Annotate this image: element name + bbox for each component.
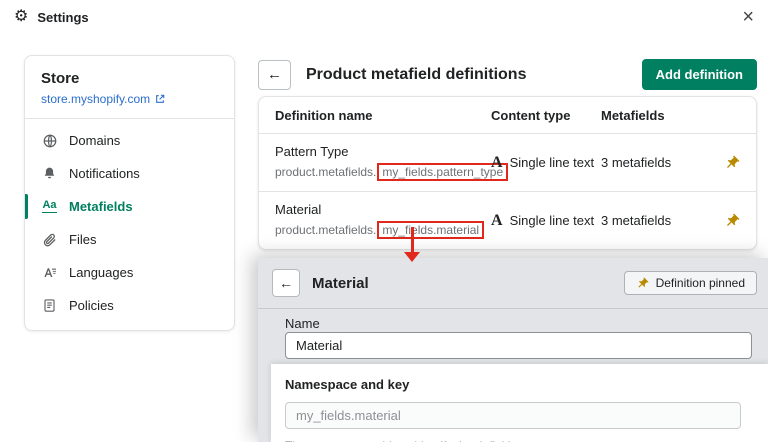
pin-icon [636, 277, 649, 290]
key-prefix: product.metafields. [275, 165, 377, 179]
metafields-icon: Aa [42, 199, 57, 213]
sidebar-item-label: Languages [69, 265, 134, 280]
sidebar-item-metafields[interactable]: Aa Metafields [25, 190, 234, 223]
settings-sidebar: Store store.myshopify.com Domains Notifi… [24, 55, 235, 331]
sidebar-item-files[interactable]: Files [25, 223, 234, 256]
single-line-text-icon: A [491, 211, 503, 229]
detail-back-button[interactable]: ← [272, 269, 300, 297]
definition-key: product.metafields. my_fields.material [275, 221, 491, 239]
add-definition-button[interactable]: Add definition [641, 59, 757, 90]
detail-header: ← Material Definition pinned [272, 269, 757, 297]
definition-key: product.metafields. my_fields.pattern_ty… [275, 163, 509, 181]
document-icon [41, 297, 58, 314]
sidebar-nav: Domains Notifications Aa Metafields File… [25, 119, 234, 322]
column-header-definition-name: Definition name [275, 107, 373, 123]
content-type-cell: A Single line text [491, 153, 601, 171]
column-header-metafields: Metafields [601, 107, 665, 123]
definitions-table: Definition name Content type Metafields … [258, 96, 757, 250]
key-prefix: product.metafields. [275, 223, 377, 237]
sidebar-item-languages[interactable]: Languages [25, 256, 234, 289]
translate-icon [41, 264, 58, 281]
definition-pinned-label: Definition pinned [655, 276, 745, 290]
pin-icon [724, 213, 740, 229]
definition-name-cell: Pattern Type product.metafields. my_fiel… [275, 144, 509, 181]
back-arrow-icon: ← [267, 66, 282, 83]
store-heading: Store [41, 70, 80, 87]
paperclip-icon [41, 231, 58, 248]
sidebar-item-notifications[interactable]: Notifications [25, 157, 234, 190]
annotation-arrow-head [404, 252, 420, 262]
name-input[interactable] [285, 332, 752, 359]
single-line-text-icon: A [491, 153, 503, 171]
content-type-label: Single line text [509, 155, 595, 170]
page-title: Product metafield definitions [306, 65, 527, 83]
sidebar-item-label: Notifications [69, 166, 140, 181]
table-row-material[interactable]: Material product.metafields. my_fields.m… [259, 191, 756, 249]
column-header-content-type: Content type [491, 107, 571, 123]
table-header-row: Definition name Content type Metafields [259, 97, 756, 134]
sidebar-item-label: Domains [69, 133, 121, 148]
settings-window: ⚙ Settings × Store store.myshopify.com D… [0, 0, 768, 442]
detail-divider [258, 308, 768, 309]
back-arrow-icon: ← [279, 275, 293, 291]
pin-icon [724, 155, 740, 171]
sidebar-item-policies[interactable]: Policies [25, 289, 234, 322]
content-type-cell: A Single line text [491, 211, 601, 229]
annotation-arrow-line [410, 227, 414, 252]
external-link-icon [155, 94, 165, 104]
table-row-pattern-type[interactable]: Pattern Type product.metafields. my_fiel… [259, 134, 756, 191]
annotation-highlight-box: my_fields.material [377, 221, 485, 239]
gear-icon: ⚙ [14, 8, 29, 25]
bell-icon [41, 165, 58, 182]
material-detail-panel: ← Material Definition pinned Name Namesp… [258, 258, 768, 442]
content-type-label: Single line text [509, 213, 595, 228]
detail-title: Material [312, 274, 369, 292]
sidebar-item-label: Files [69, 232, 97, 247]
sidebar-item-label: Policies [69, 298, 114, 313]
sidebar-item-label: Metafields [69, 199, 133, 214]
definition-name-cell: Material product.metafields. my_fields.m… [275, 202, 491, 239]
topbar-title: Settings [37, 9, 89, 25]
namespace-section: Namespace and key The system uses this t… [271, 364, 768, 442]
metafields-count: 3 metafields [601, 213, 672, 228]
name-field-label: Name [285, 316, 320, 331]
annotation-arrow [404, 227, 420, 262]
close-icon: × [742, 6, 754, 28]
close-button[interactable]: × [742, 7, 754, 27]
back-button[interactable]: ← [258, 59, 291, 90]
definition-name: Material [275, 202, 322, 217]
globe-icon [41, 132, 58, 149]
metafields-count: 3 metafields [601, 155, 672, 170]
annotation-highlight-box: my_fields.pattern_type [377, 163, 509, 181]
namespace-input[interactable] [285, 402, 741, 429]
sidebar-item-domains[interactable]: Domains [25, 124, 234, 157]
definition-pinned-button[interactable]: Definition pinned [623, 271, 757, 295]
definition-name: Pattern Type [275, 144, 349, 159]
store-url-text: store.myshopify.com [41, 92, 151, 106]
store-url-link[interactable]: store.myshopify.com [25, 89, 234, 118]
namespace-field-label: Namespace and key [285, 377, 410, 392]
main-header: ← Product metafield definitions Add defi… [258, 59, 757, 90]
topbar: ⚙ Settings × [0, 0, 768, 34]
